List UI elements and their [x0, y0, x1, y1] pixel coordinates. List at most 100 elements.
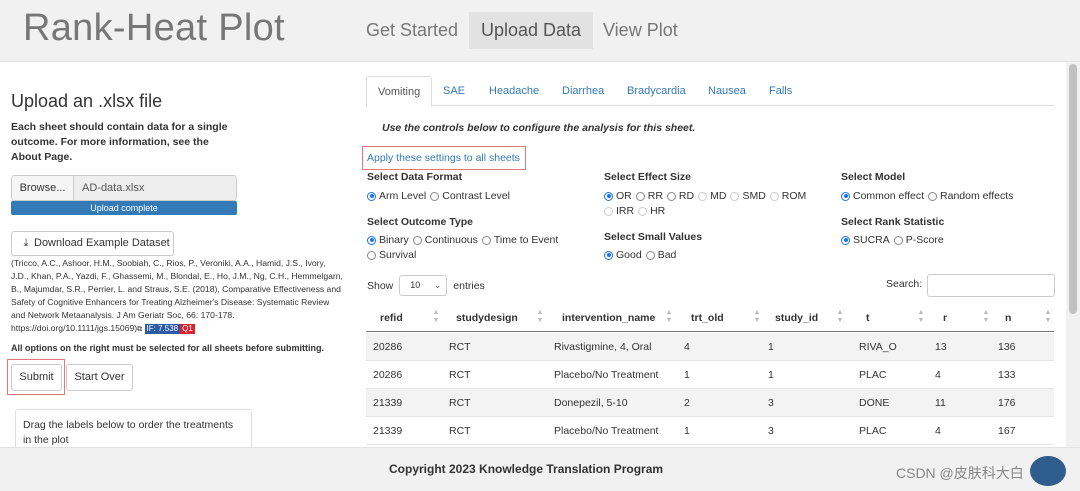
radio-random-effects[interactable]: [928, 191, 938, 201]
sort-icon[interactable]: ▲ ▼: [432, 309, 440, 325]
col-trt-old[interactable]: trt_old: [691, 312, 724, 324]
radio-label: Continuous: [424, 234, 478, 246]
radio-label: P-Score: [905, 234, 944, 246]
radio-label: Random effects: [940, 190, 1014, 202]
upload-help-text: Each sheet should contain data for a sin…: [11, 121, 228, 163]
radio-label: SUCRA: [853, 234, 890, 246]
copyright-text: Copyright 2023 Knowledge Translation Pro…: [389, 462, 664, 476]
sort-icon[interactable]: ▲ ▼: [836, 309, 844, 325]
sort-icon[interactable]: ▲ ▼: [665, 309, 673, 325]
tab-nausea[interactable]: Nausea: [708, 76, 746, 106]
search-input[interactable]: [927, 274, 1055, 297]
table-row[interactable]: 20286 RCT Rivastigmine, 4, Oral 4 1 RIVA…: [366, 333, 1054, 361]
rank-stat-label: Select Rank Statistic: [841, 216, 945, 228]
sort-icon[interactable]: ▲ ▼: [1044, 309, 1052, 325]
col-refid[interactable]: refid: [380, 312, 403, 324]
col-t[interactable]: t: [866, 312, 870, 324]
tab-diarrhea[interactable]: Diarrhea: [562, 76, 604, 106]
nav-tab-upload-data[interactable]: Upload Data: [469, 12, 594, 49]
radio-label: Contrast Level: [442, 190, 510, 202]
col-r[interactable]: r: [943, 312, 947, 324]
cell-study-id: 1: [768, 369, 774, 381]
radio-label: OR: [616, 190, 632, 202]
radio-continuous[interactable]: [412, 235, 422, 245]
apply-all-link[interactable]: Apply these settings to all sheets: [367, 152, 520, 164]
radio-smd[interactable]: [730, 191, 740, 201]
sort-icon[interactable]: ▲ ▼: [753, 309, 761, 325]
sort-icon[interactable]: ▲ ▼: [982, 309, 990, 325]
page-scrollbar[interactable]: [1066, 62, 1080, 447]
radio-arm-level[interactable]: [367, 191, 376, 201]
cell-refid: 20286: [373, 369, 403, 381]
cell-n: 167: [998, 425, 1016, 437]
radio-contrast-level[interactable]: [430, 191, 440, 201]
cell-studydesign: RCT: [449, 369, 471, 381]
radio-common-effect[interactable]: [841, 191, 850, 201]
download-example-button[interactable]: ⤓ Download Example Dataset: [11, 231, 174, 256]
col-intervention-name[interactable]: intervention_name: [562, 312, 655, 324]
entries-label: entries: [453, 279, 485, 292]
radio-irr[interactable]: [604, 206, 613, 216]
col-studydesign[interactable]: studydesign: [456, 312, 518, 324]
radio-survival[interactable]: [367, 250, 376, 260]
radio-rom[interactable]: [769, 191, 779, 201]
radio-label: Bad: [657, 249, 677, 261]
table-row[interactable]: 20286 RCT Placebo/No Treatment 1 1 PLAC …: [366, 361, 1054, 389]
cell-n: 176: [998, 397, 1016, 409]
radio-good[interactable]: [604, 250, 613, 260]
radio-or[interactable]: [604, 191, 613, 201]
tab-vomiting[interactable]: Vomiting: [366, 76, 433, 107]
file-name-field: AD-data.xlsx: [74, 176, 236, 200]
cell-intervention-name: Donepezil, 5-10: [554, 397, 628, 409]
data-format-group: Arm Level Contrast Level: [367, 190, 514, 202]
cell-trt-old: 1: [684, 369, 690, 381]
radio-hr[interactable]: [638, 206, 648, 216]
browse-button[interactable]: Browse...: [12, 176, 74, 200]
quartile-badge: Q1: [180, 324, 195, 335]
cell-studydesign: RCT: [449, 341, 471, 353]
radio-binary[interactable]: [367, 235, 376, 245]
tab-falls[interactable]: Falls: [769, 76, 792, 106]
table-header: refid ▲ ▼ studydesign ▲ ▼ intervention_name ▲…: [366, 304, 1054, 332]
sort-icon[interactable]: ▲ ▼: [917, 309, 925, 325]
cell-studydesign: RCT: [449, 425, 471, 437]
submit-button[interactable]: Submit: [11, 364, 62, 391]
tab-bradycardia[interactable]: Bradycardia: [627, 76, 686, 106]
radio-label: ROM: [781, 190, 807, 202]
cell-intervention-name: Rivastigmine, 4, Oral: [554, 341, 652, 353]
upload-title: Upload an .xlsx file: [11, 91, 163, 111]
download-icon: ⤓: [23, 237, 29, 249]
cell-refid: 20286: [373, 341, 403, 353]
scrollbar-thumb[interactable]: [1069, 64, 1077, 314]
radio-md[interactable]: [698, 191, 708, 201]
radio-rd[interactable]: [666, 191, 676, 201]
radio-time-to-event[interactable]: [481, 235, 491, 245]
watermark-avatar: [1030, 456, 1066, 486]
tab-headache[interactable]: Headache: [489, 76, 539, 106]
nav-tab-get-started[interactable]: Get Started: [354, 12, 470, 49]
table-row[interactable]: 21339 RCT Placebo/No Treatment 1 3 PLAC …: [366, 417, 1054, 445]
radio-p-score[interactable]: [893, 235, 903, 245]
col-study-id[interactable]: study_id: [775, 312, 818, 324]
col-n[interactable]: n: [1005, 312, 1011, 324]
entries-control: Show 10 ⌄ entries: [367, 275, 485, 296]
app-title[interactable]: Rank-Heat Plot: [23, 7, 285, 50]
radio-sucra[interactable]: [841, 235, 850, 245]
sort-icon[interactable]: ▲ ▼: [536, 309, 544, 325]
nav-tab-view-plot[interactable]: View Plot: [591, 12, 690, 49]
data-format-label: Select Data Format: [367, 171, 463, 183]
radio-label: Binary: [379, 234, 409, 246]
outcome-type-group: Binary Continuous Time to Event: [367, 234, 562, 246]
radio-rr[interactable]: [635, 191, 645, 201]
cell-studydesign: RCT: [449, 397, 471, 409]
radio-bad[interactable]: [645, 250, 655, 260]
outcome-type-group-2: Survival: [367, 249, 420, 261]
cell-r: 4: [935, 425, 941, 437]
entries-select[interactable]: 10 ⌄: [399, 275, 448, 296]
table-row[interactable]: 21339 RCT Donepezil, 5-10 2 3 DONE 11 17…: [366, 389, 1054, 417]
tab-sae[interactable]: SAE: [443, 76, 465, 106]
cell-t: DONE: [859, 397, 890, 409]
file-input[interactable]: Browse... AD-data.xlsx: [11, 175, 237, 201]
cell-study-id: 1: [768, 341, 774, 353]
start-over-button[interactable]: Start Over: [66, 364, 133, 391]
